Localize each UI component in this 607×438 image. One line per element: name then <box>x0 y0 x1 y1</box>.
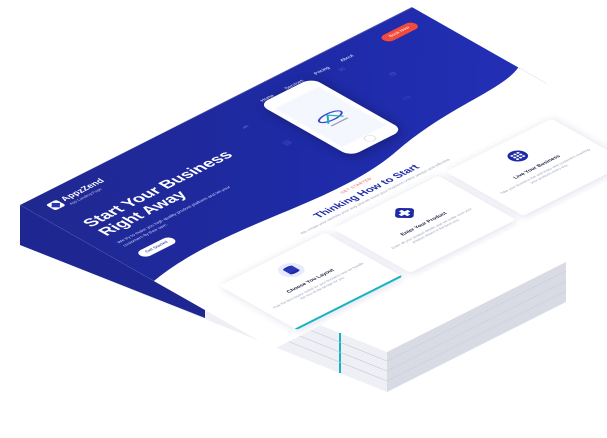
nav-link-about[interactable]: About <box>339 54 355 62</box>
app-logo-icon <box>317 110 349 127</box>
stack-right-edge <box>387 262 566 392</box>
card-title: Enter Your Product <box>399 211 449 237</box>
nav-link-pricing[interactable]: Pricing <box>313 66 331 75</box>
database-icon <box>277 262 305 278</box>
card-title: Live Your Business <box>512 154 563 180</box>
globe-icon <box>507 150 529 162</box>
plus-badge-icon <box>395 207 415 219</box>
